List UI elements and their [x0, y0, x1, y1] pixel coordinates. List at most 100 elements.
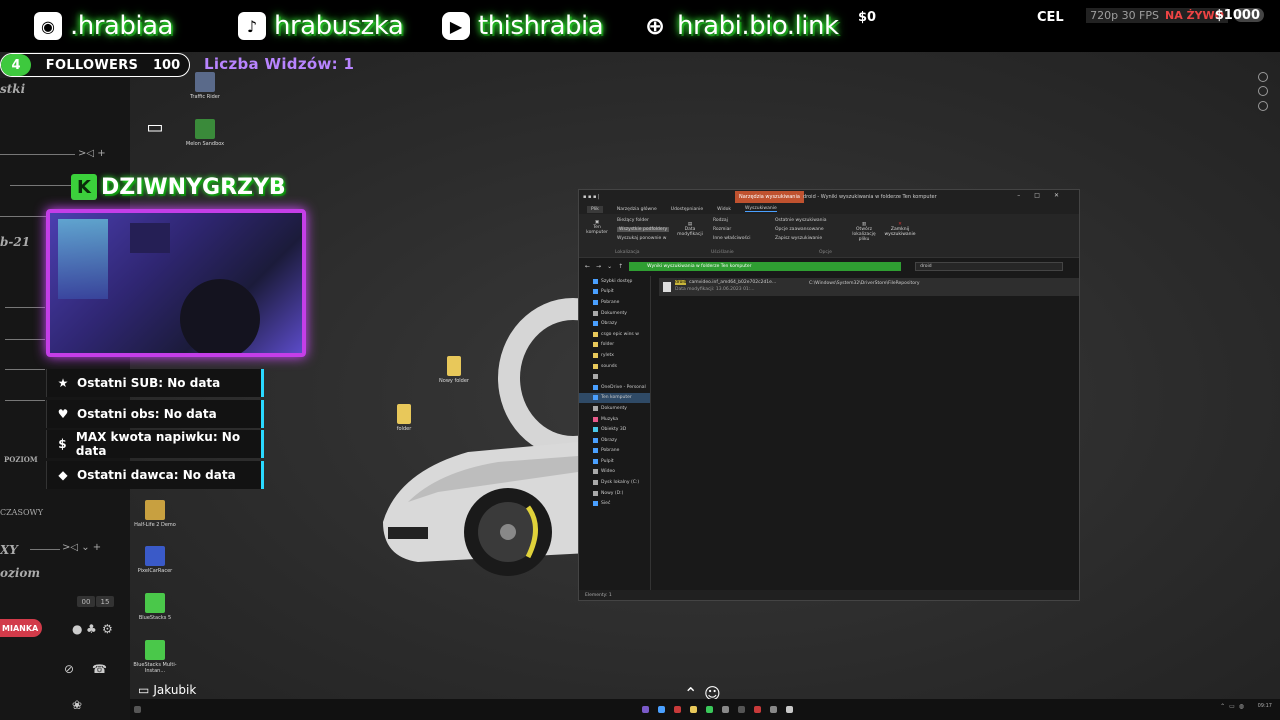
side-indicator-icon[interactable]	[1258, 86, 1268, 96]
slider-track[interactable]	[0, 216, 50, 217]
advanced-options-button[interactable]: Opcje zaawansowane	[775, 227, 824, 232]
tree-item[interactable]: Pulpit	[579, 287, 650, 298]
close-search-button[interactable]: ✕ Zamknij wyszukiwanie	[883, 222, 917, 237]
slider-track[interactable]	[10, 185, 75, 186]
taskbar-app-icon[interactable]	[706, 706, 713, 713]
hangup-icon[interactable]: ☎	[92, 662, 107, 676]
save-search-button[interactable]: Zapisz wyszukiwanie	[775, 236, 822, 241]
slider-track[interactable]	[30, 549, 60, 550]
tree-item[interactable]: Dokumenty	[579, 308, 650, 319]
tree-item[interactable]	[579, 371, 650, 382]
open-file-location-button[interactable]: ▥ Otwórz lokalizację pliku	[847, 222, 881, 242]
tree-item[interactable]: sounds	[579, 361, 650, 372]
panel-label: stki	[0, 82, 26, 96]
address-bar[interactable]: Wyniki wyszukiwania w folderze Ten kompu…	[629, 261, 902, 271]
size-button[interactable]: Rozmiar	[713, 227, 731, 232]
tree-item-label: Sieć	[601, 501, 611, 507]
forward-arrow-icon[interactable]: →	[596, 263, 601, 270]
taskbar-explorer-icon[interactable]	[690, 706, 697, 713]
date-modified-button[interactable]: ▤ Data modyfikacji	[675, 222, 705, 237]
slider-track[interactable]	[0, 154, 75, 155]
desktop-icon-bluestacks[interactable]: BlueStacks 5	[133, 593, 177, 621]
tree-item[interactable]: ryletx	[579, 350, 650, 361]
taskbar-app-icon[interactable]	[674, 706, 681, 713]
taskbar-app-icon[interactable]	[754, 706, 761, 713]
desktop-icon-half-life[interactable]: Half-Life 2 Demo	[133, 500, 177, 528]
search-icon[interactable]	[134, 706, 141, 713]
slider-track[interactable]	[5, 339, 45, 340]
side-indicator-icon[interactable]	[1258, 101, 1268, 111]
taskbar-app-icon[interactable]	[722, 706, 729, 713]
tree-item[interactable]: OneDrive - Personal	[579, 382, 650, 393]
back-arrow-icon[interactable]: ←	[585, 263, 590, 270]
file-explorer-window[interactable]: ▪ ▪ ▪ | Narzędzia wyszukiwania droid - W…	[578, 189, 1080, 601]
tree-item[interactable]: Dysk lokalny (C:)	[579, 477, 650, 488]
system-tray[interactable]: ⌃▭◍	[1220, 703, 1248, 710]
tree-item[interactable]: csgo epic wins w	[579, 329, 650, 340]
tree-item[interactable]: Pobrane	[579, 297, 650, 308]
slider-controls[interactable]: >◁ +	[78, 148, 106, 159]
stream-quality: 720p 30 FPS NA ŻYWO	[1086, 8, 1228, 23]
taskbar-app-icon[interactable]	[658, 706, 665, 713]
tab-file[interactable]: Plik	[587, 205, 603, 213]
panel-label: CZASOWY	[0, 508, 43, 517]
tree-item[interactable]: Pulpit	[579, 456, 650, 467]
slider-track[interactable]	[5, 369, 45, 370]
desktop-icon-pixelcarracer[interactable]: PixelCarRacer	[133, 546, 177, 574]
dropdown-arrow-icon[interactable]: ⌄	[607, 263, 612, 270]
mic-muted-icon[interactable]: ⊘	[64, 662, 74, 676]
paw-icon[interactable]: ❀	[72, 698, 82, 712]
tree-item[interactable]: Nowy (D:)	[579, 488, 650, 499]
all-subfolders-button[interactable]: Wszystkie podfoldery	[617, 227, 670, 232]
tree-item[interactable]: Obrazy	[579, 318, 650, 329]
taskbar-app-icon[interactable]	[786, 706, 793, 713]
slider-track[interactable]	[5, 307, 45, 308]
taskbar-app-icon[interactable]	[738, 706, 745, 713]
tree-item[interactable]: folder	[579, 340, 650, 351]
tree-item[interactable]: Sieć	[579, 498, 650, 509]
taskbar-app-icon[interactable]	[770, 706, 777, 713]
slider-track[interactable]	[5, 400, 45, 401]
search-again-button[interactable]: Wyszukaj ponownie w	[617, 236, 666, 241]
tree-item[interactable]: Dokumenty	[579, 403, 650, 414]
users-icon[interactable]: ♣	[86, 622, 97, 636]
recent-searches-button[interactable]: Ostatnie wyszukiwania	[775, 218, 827, 223]
taskbar-app-icon[interactable]	[642, 706, 649, 713]
panel-label: oziom	[0, 566, 41, 580]
tree-item[interactable]: Muzyka	[579, 414, 650, 425]
explorer-title-bar[interactable]: ▪ ▪ ▪ | Narzędzia wyszukiwania droid - W…	[579, 190, 1079, 204]
desktop-icon-folder-zip[interactable]: folder	[382, 404, 426, 432]
window-controls[interactable]: –□✕	[1017, 192, 1073, 199]
gear-icon[interactable]: ⚙	[102, 622, 113, 636]
tab-search[interactable]: Wyszukiwanie	[744, 206, 777, 212]
tree-item[interactable]: Wideo	[579, 467, 650, 478]
slider-controls[interactable]: >◁ ⌄ +	[62, 542, 101, 553]
quick-access-toolbar[interactable]: ▪ ▪ ▪ |	[583, 194, 600, 200]
tree-item[interactable]: Pobrane	[579, 446, 650, 457]
navigation-tree[interactable]: Szybki dostęp Pulpit Pobrane Dokumenty Obraz…	[579, 276, 651, 590]
tree-item[interactable]: Szybki dostęp	[579, 276, 650, 287]
desktop-icon-new-folder[interactable]: Nowy folder	[432, 356, 476, 384]
search-result-item[interactable]: droid camvideo.inf_amd64_b02e702c2d1e...…	[659, 278, 1079, 296]
tree-item[interactable]: Ten komputer	[579, 392, 650, 404]
desktop-icon-melon-sandbox[interactable]: Melon Sandbox	[183, 119, 227, 147]
kind-button[interactable]: Rodzaj	[713, 218, 728, 223]
tree-item[interactable]: Obiekty 3D	[579, 424, 650, 435]
side-indicator-icon[interactable]	[1258, 72, 1268, 82]
search-tools-tab[interactable]: Narzędzia wyszukiwania	[735, 191, 804, 203]
desktop-icon-folder[interactable]: ▭	[133, 118, 177, 140]
location-this-pc-button[interactable]: ▣ Ten komputer	[583, 220, 611, 235]
current-folder-button[interactable]: Bieżący folder	[617, 218, 649, 223]
tab-share[interactable]: Udostępnianie	[671, 207, 703, 212]
search-box[interactable]: droid	[915, 261, 1064, 271]
desktop-icon-traffic-rider[interactable]: Traffic Rider	[183, 72, 227, 100]
tab-view[interactable]: Widok	[717, 207, 731, 212]
star-icon: ★	[57, 376, 69, 390]
other-properties-button[interactable]: Inne właściwości	[713, 236, 751, 241]
tab-home[interactable]: Narzędzia główne	[617, 207, 657, 212]
desktop-icon-bluestacks-multi[interactable]: BlueStacks Multi-Instan...	[133, 640, 177, 674]
timer-box: 00	[77, 596, 95, 607]
chat-icon[interactable]: ●	[72, 622, 82, 636]
up-arrow-icon[interactable]: ↑	[618, 263, 623, 270]
tree-item[interactable]: Obrazy	[579, 435, 650, 446]
